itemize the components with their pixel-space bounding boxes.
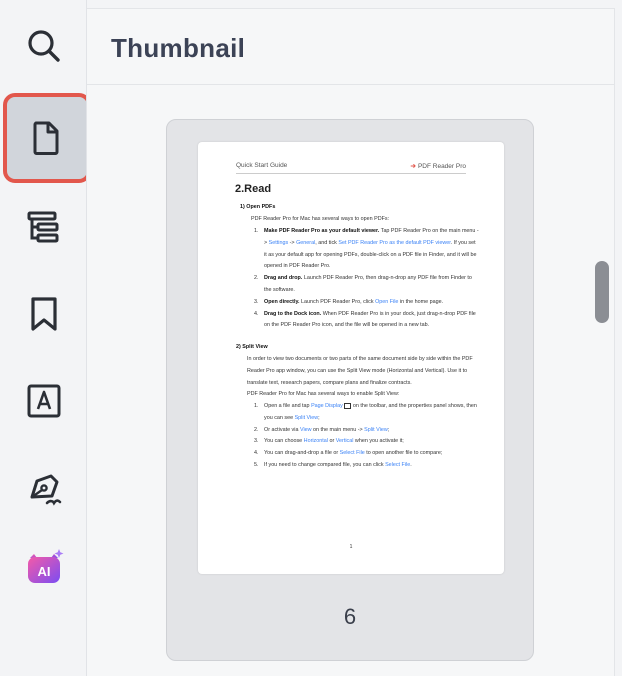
- signature-button[interactable]: [1, 445, 87, 531]
- arrow-icon: ➔: [410, 163, 416, 170]
- page-preview: Quick Start Guide ➔ PDF Reader Pro 2.Read…: [198, 142, 504, 574]
- list-item: 5. If you need to change compared file, …: [254, 461, 412, 468]
- ai-label: AI: [38, 564, 51, 579]
- page-header-rule: [236, 173, 466, 174]
- scrollbar-thumb[interactable]: [595, 261, 609, 323]
- annotation-button[interactable]: [1, 358, 87, 444]
- list-item: 3. Open directly. Launch PDF Reader Pro,…: [254, 298, 444, 305]
- bookmarks-button[interactable]: [1, 271, 87, 357]
- page-header-brand: PDF Reader Pro: [417, 163, 466, 170]
- thumbnail-button[interactable]: [1, 93, 91, 183]
- page-header-left: Quick Start Guide: [236, 162, 288, 169]
- list-item: 4. Drag to the Dock icon. When PDF Reade…: [254, 310, 476, 329]
- page-header: Quick Start Guide ➔ PDF Reader Pro: [236, 162, 466, 172]
- section-1-title: 1) Open PDFs: [240, 204, 276, 210]
- section-1-list: 1. Make PDF Reader Pro as your default v…: [254, 226, 479, 332]
- outline-tree-icon: [27, 211, 59, 243]
- outline-button[interactable]: [1, 184, 87, 270]
- section-2-list: 1. Open a file and tap Page Display on t…: [254, 401, 480, 472]
- search-icon: [28, 30, 60, 62]
- page-number-label: 6: [343, 604, 357, 629]
- ai-assistant-button[interactable]: AI: [1, 524, 87, 610]
- left-sidebar: AI: [0, 0, 91, 676]
- list-item: 1. Make PDF Reader Pro as your default v…: [254, 228, 479, 270]
- page-icon: [33, 121, 59, 155]
- page-thumbnail-selected[interactable]: Quick Start Guide ➔ PDF Reader Pro 2.Read…: [166, 119, 534, 661]
- panel-title: Thumbnail: [111, 33, 246, 63]
- bookmark-icon: [31, 297, 57, 331]
- section-2-paragraph: In order to view two documents or two pa…: [247, 356, 473, 386]
- section-1-intro: PDF Reader Pro for Mac has several ways …: [251, 216, 390, 222]
- search-button[interactable]: [1, 3, 87, 89]
- ai-assistant-icon: AI: [28, 549, 64, 583]
- list-item: 2. Drag and drop. Launch PDF Reader Pro,…: [254, 275, 472, 293]
- page-footer-number: 1: [349, 544, 353, 550]
- page-header-right: ➔ PDF Reader Pro: [411, 162, 467, 170]
- list-item: 2. Or activate via View on the main menu…: [254, 426, 390, 433]
- pen-nib-icon: [30, 474, 62, 506]
- section-2-title: 2) Split View: [236, 344, 268, 350]
- panel-header: Thumbnail: [87, 9, 614, 85]
- list-item: 3. You can choose Horizontal or Vertical…: [254, 438, 404, 445]
- page-heading: 2.Read: [235, 183, 272, 195]
- thumbnail-panel: Thumbnail Quick Start Guide ➔ PDF Reader …: [87, 8, 615, 676]
- section-2-intro: PDF Reader Pro for Mac has several ways …: [247, 391, 400, 397]
- text-box-icon: [27, 384, 61, 418]
- list-item: 4. You can drag-and-drop a file or Selec…: [254, 450, 443, 457]
- list-item: 1. Open a file and tap Page Display on t…: [254, 402, 477, 421]
